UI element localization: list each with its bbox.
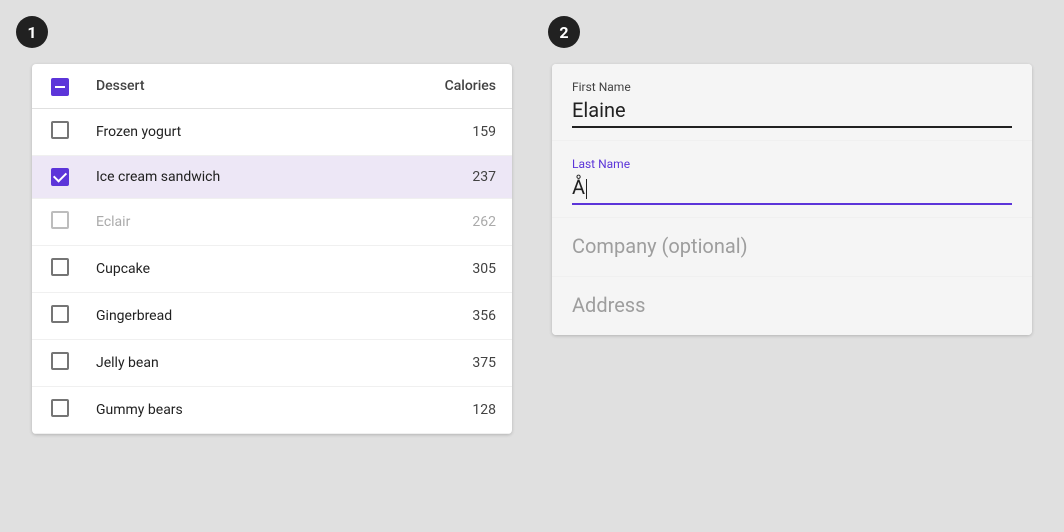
calories-cell: 159 xyxy=(362,109,512,156)
form-field-address[interactable]: Address xyxy=(552,277,1032,335)
unchecked-icon xyxy=(51,258,69,276)
table-row[interactable]: Jelly bean375 xyxy=(32,340,512,387)
calories-cell: 128 xyxy=(362,387,512,434)
dessert-table-card: Dessert Calories Frozen yogurt159Ice cre… xyxy=(32,64,512,434)
calories-cell: 375 xyxy=(362,340,512,387)
header-checkbox-indeterminate[interactable] xyxy=(51,78,69,96)
dessert-table: Dessert Calories Frozen yogurt159Ice cre… xyxy=(32,64,512,434)
table-row[interactable]: Frozen yogurt159 xyxy=(32,109,512,156)
dessert-cell: Gummy bears xyxy=(80,387,362,434)
row-checkbox-cell[interactable] xyxy=(32,109,80,156)
unchecked-icon xyxy=(51,121,69,139)
first-name-label: First Name xyxy=(572,80,1012,94)
dessert-cell: Frozen yogurt xyxy=(80,109,362,156)
dessert-cell: Cupcake xyxy=(80,246,362,293)
row-checkbox[interactable] xyxy=(51,211,69,229)
right-panel: 2 First Name Elaine Last Name Å Company (opt… xyxy=(532,0,1064,532)
row-checkbox-cell[interactable] xyxy=(32,246,80,293)
row-checkbox[interactable] xyxy=(51,258,69,276)
dessert-cell: Jelly bean xyxy=(80,340,362,387)
row-checkbox-cell[interactable] xyxy=(32,293,80,340)
indeterminate-icon[interactable] xyxy=(51,78,69,96)
row-checkbox-cell[interactable] xyxy=(32,199,80,246)
panel-number-2: 2 xyxy=(548,16,580,48)
calories-cell: 262 xyxy=(362,199,512,246)
row-checkbox-cell[interactable] xyxy=(32,387,80,434)
table-row[interactable]: Gingerbread356 xyxy=(32,293,512,340)
calories-cell: 237 xyxy=(362,156,512,199)
calories-cell: 356 xyxy=(362,293,512,340)
checked-icon xyxy=(51,168,69,186)
unchecked-icon xyxy=(51,352,69,370)
row-checkbox[interactable] xyxy=(51,399,69,417)
panel-number-1: 1 xyxy=(16,16,48,48)
calories-column-header: Calories xyxy=(362,64,512,109)
table-row[interactable]: Eclair262 xyxy=(32,199,512,246)
first-name-value: Elaine xyxy=(572,98,1012,128)
table-row[interactable]: Cupcake305 xyxy=(32,246,512,293)
dessert-cell: Eclair xyxy=(80,199,362,246)
address-placeholder: Address xyxy=(572,293,1012,323)
table-body: Frozen yogurt159Ice cream sandwich237Ecl… xyxy=(32,109,512,434)
unchecked-icon xyxy=(51,399,69,417)
left-panel: 1 Dessert Calories Frozen yogurt159Ice c… xyxy=(0,0,532,532)
unchecked-icon xyxy=(51,211,69,229)
form-field-company[interactable]: Company (optional) xyxy=(552,218,1032,277)
text-cursor xyxy=(586,179,587,199)
dessert-cell: Ice cream sandwich xyxy=(80,156,362,199)
form-field-last-name[interactable]: Last Name Å xyxy=(552,141,1032,218)
table-row[interactable]: Gummy bears128 xyxy=(32,387,512,434)
row-checkbox[interactable] xyxy=(51,168,69,186)
last-name-label: Last Name xyxy=(572,157,1012,171)
row-checkbox[interactable] xyxy=(51,352,69,370)
form-fields-container: First Name Elaine Last Name Å Company (optio… xyxy=(552,64,1032,335)
header-checkbox-cell[interactable] xyxy=(32,64,80,109)
dessert-cell: Gingerbread xyxy=(80,293,362,340)
row-checkbox-cell[interactable] xyxy=(32,156,80,199)
row-checkbox[interactable] xyxy=(51,121,69,139)
calories-cell: 305 xyxy=(362,246,512,293)
form-field-first-name[interactable]: First Name Elaine xyxy=(552,64,1032,141)
company-placeholder: Company (optional) xyxy=(572,234,1012,264)
table-header-row: Dessert Calories xyxy=(32,64,512,109)
form-card: First Name Elaine Last Name Å Company (optio… xyxy=(552,64,1032,335)
last-name-value: Å xyxy=(572,175,1012,205)
dessert-column-header: Dessert xyxy=(80,64,362,109)
row-checkbox-cell[interactable] xyxy=(32,340,80,387)
unchecked-icon xyxy=(51,305,69,323)
table-row[interactable]: Ice cream sandwich237 xyxy=(32,156,512,199)
row-checkbox[interactable] xyxy=(51,305,69,323)
